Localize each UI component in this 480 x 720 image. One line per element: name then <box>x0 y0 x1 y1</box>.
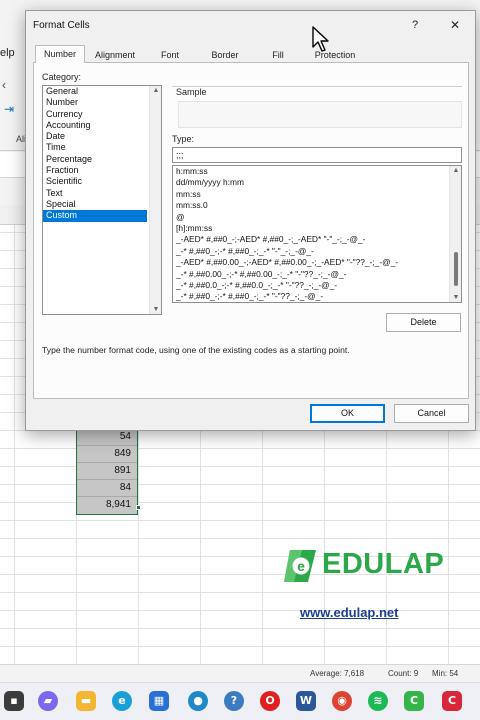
category-item[interactable]: Accounting <box>43 120 147 131</box>
taskbar: ▪ ▰ ▬ e ▦ ● ? O W ◉ ≋ C C <box>0 682 480 720</box>
file-explorer-icon[interactable]: ▬ <box>76 691 96 711</box>
help-button[interactable]: ? <box>412 19 418 31</box>
delete-button[interactable]: Delete <box>386 313 461 332</box>
edulap-brand: EDULAP <box>322 548 445 580</box>
category-item-selected[interactable]: Custom <box>43 210 147 222</box>
camtasia-icon[interactable]: C <box>404 691 424 711</box>
selected-range[interactable]: 54 849 891 84 8,941 <box>76 428 138 515</box>
start-icon[interactable]: ▪ <box>4 691 24 711</box>
edge-icon[interactable]: e <box>112 691 132 711</box>
fill-handle[interactable] <box>136 505 141 510</box>
category-item[interactable]: Number <box>43 97 147 108</box>
format-code-item[interactable]: _-* #,##0.00_-;-* #,##0.00_-;_-* "-"??_-… <box>173 269 447 280</box>
category-item[interactable]: General <box>43 86 147 97</box>
tab-border[interactable]: Border <box>205 48 245 63</box>
wrap-text-icon[interactable]: ⇥ <box>4 102 14 116</box>
category-item[interactable]: Fraction <box>43 165 147 176</box>
scroll-up-icon[interactable]: ▲ <box>450 167 461 174</box>
category-item[interactable]: Special <box>43 199 147 210</box>
edulap-logo-icon: e <box>284 550 316 582</box>
category-item[interactable]: Currency <box>43 109 147 120</box>
format-code-item[interactable]: _-* #,##0_-;-* #,##0_-;_-* "-"??_-;_-@_- <box>173 291 447 302</box>
scroll-thumb[interactable] <box>454 252 458 286</box>
cancel-button[interactable]: Cancel <box>394 404 469 423</box>
ribbon-scroll-icon[interactable]: ‹ <box>2 78 6 92</box>
status-count: Count: 9 <box>388 669 419 678</box>
format-code-item[interactable]: dd/mm/yyyy h:mm <box>173 177 447 188</box>
format-code-item[interactable]: _-* #,##0.0_-;-* #,##0.0_-;_-* "-"??_-;_… <box>173 280 447 291</box>
format-code-item[interactable]: _-* #,##0_-;-* #,##0_-;_-* "-"_-;_-@_- <box>173 246 447 257</box>
format-code-item[interactable]: _-AED* #,##0_-;-AED* #,##0_-;_-AED* "-"_… <box>173 234 447 245</box>
opera-icon[interactable]: O <box>260 691 280 711</box>
format-code-item[interactable]: mm:ss <box>173 189 447 200</box>
microsoft-store-icon[interactable]: ▦ <box>149 691 169 711</box>
status-min: Min: 54 <box>432 669 459 678</box>
dialog-tabs: Number Alignment Font Border Fill Protec… <box>33 45 469 64</box>
category-label: Category: <box>42 72 82 82</box>
format-code-item[interactable]: @ <box>173 212 447 223</box>
category-item[interactable]: Scientific <box>43 176 147 187</box>
tab-font[interactable]: Font <box>153 48 187 63</box>
format-code-item[interactable]: [h]:mm:ss <box>173 223 447 234</box>
ribbon-tab-help[interactable]: elp <box>0 47 15 59</box>
tab-number[interactable]: Number <box>35 45 85 64</box>
format-code-scrollbar[interactable]: ▲ ▼ <box>449 166 461 302</box>
category-item[interactable]: Percentage <box>43 154 147 165</box>
cell[interactable]: 54 <box>77 429 137 446</box>
cell[interactable]: 8,941 <box>77 497 137 514</box>
sample-label: Sample <box>176 87 211 97</box>
category-scrollbar[interactable]: ▲ ▼ <box>149 86 161 314</box>
spotify-icon[interactable]: ≋ <box>368 691 388 711</box>
tab-fill[interactable]: Fill <box>265 48 291 63</box>
scroll-up-icon[interactable]: ▲ <box>150 87 162 94</box>
chrome-icon[interactable]: ◉ <box>332 691 352 711</box>
category-item[interactable]: Time <box>43 142 147 153</box>
ok-button[interactable]: OK <box>310 404 385 423</box>
edulap-url[interactable]: www.edulap.net <box>300 605 398 620</box>
category-item[interactable]: Text <box>43 188 147 199</box>
format-code-item[interactable]: h:mm:ss <box>173 166 447 177</box>
close-button[interactable]: ✕ <box>450 18 460 32</box>
cell[interactable]: 849 <box>77 446 137 463</box>
mouse-cursor-icon <box>312 26 329 52</box>
number-tab-panel: Category: General Number Currency Accoun… <box>33 63 469 399</box>
format-code-item[interactable]: _-AED* #,##0.00_-;-AED* #,##0.00_-;_-AED… <box>173 257 447 268</box>
cell[interactable]: 84 <box>77 480 137 497</box>
python-icon[interactable]: ? <box>224 691 244 711</box>
chat-icon[interactable]: ▰ <box>38 691 58 711</box>
category-list[interactable]: General Number Currency Accounting Date … <box>42 85 162 315</box>
scroll-down-icon[interactable]: ▼ <box>150 306 162 313</box>
word-icon[interactable]: W <box>296 691 316 711</box>
app-icon[interactable]: ● <box>188 691 208 711</box>
cell[interactable]: 891 <box>77 463 137 480</box>
sample-preview <box>178 101 462 128</box>
screen-recorder-icon[interactable]: C <box>442 691 462 711</box>
scroll-down-icon[interactable]: ▼ <box>450 294 461 301</box>
status-bar: Average: 7,618 Count: 9 Min: 54 <box>0 664 480 682</box>
type-label: Type: <box>172 134 195 144</box>
format-cells-dialog: Format Cells ? ✕ Number Alignment Font B… <box>25 10 476 431</box>
type-input[interactable]: ;;; <box>172 147 462 163</box>
tab-alignment[interactable]: Alignment <box>89 48 141 63</box>
format-code-item[interactable]: mm:ss.0 <box>173 200 447 211</box>
svg-text:e: e <box>297 558 305 574</box>
dialog-title: Format Cells <box>33 20 90 31</box>
format-code-list[interactable]: h:mm:ss dd/mm/yyyy h:mm mm:ss mm:ss.0 @ … <box>172 165 462 303</box>
category-item[interactable]: Date <box>43 131 147 142</box>
help-hint-text: Type the number format code, using one o… <box>42 345 350 355</box>
status-average: Average: 7,618 <box>310 669 365 678</box>
